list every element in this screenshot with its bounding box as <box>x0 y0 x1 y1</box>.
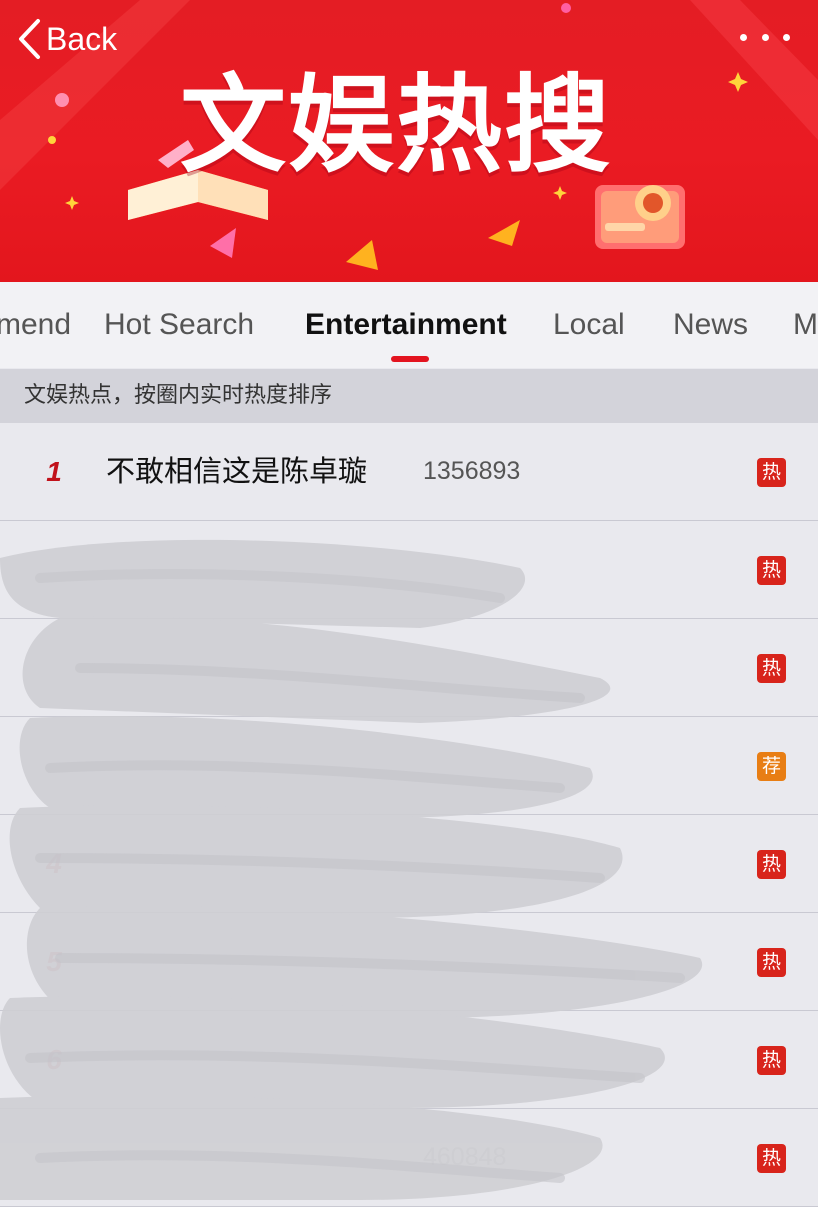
banner-title: 文娱热搜 <box>180 64 612 187</box>
hot-search-list: 1 不敢相信这是陈卓璇 1356893 热 热 热 荐 4 热 5 热 6 热 <box>0 423 818 1207</box>
rank-number: 4 <box>46 848 62 879</box>
back-button[interactable]: Back <box>16 14 117 64</box>
back-label: Back <box>46 20 118 57</box>
list-item[interactable]: 460848 热 <box>0 1109 818 1207</box>
chevron-left-icon <box>19 19 40 59</box>
recommend-badge: 荐 <box>757 752 786 781</box>
rank-number: 1 <box>46 456 62 487</box>
list-item[interactable]: 6 热 <box>0 1011 818 1109</box>
rank-number: 5 <box>46 946 62 977</box>
rank-number <box>32 717 76 814</box>
hot-badge: 热 <box>757 556 786 585</box>
tab-news[interactable]: News <box>673 282 748 368</box>
hot-badge: 热 <box>757 850 786 879</box>
rank-number: 6 <box>46 1044 62 1075</box>
list-item[interactable]: 热 <box>0 521 818 619</box>
heat-count: 1356893 <box>423 457 521 485</box>
list-item[interactable]: 热 <box>0 619 818 717</box>
hot-badge: 热 <box>757 458 786 487</box>
list-item[interactable]: 5 热 <box>0 913 818 1011</box>
list-item[interactable]: 1 不敢相信这是陈卓璇 1356893 热 <box>0 423 818 521</box>
heat-count: 460848 <box>423 1143 507 1171</box>
tab-hot-search[interactable]: Hot Search <box>104 282 254 368</box>
more-dot <box>761 33 769 41</box>
tab-local[interactable]: Local <box>553 282 625 368</box>
more-dot <box>740 33 747 41</box>
rank-number <box>32 521 76 618</box>
more-dot <box>783 33 790 41</box>
hot-badge: 热 <box>757 1046 786 1075</box>
header-banner: Back 文娱热搜 <box>0 0 818 282</box>
tab-recommend[interactable]: mend <box>0 282 71 368</box>
active-tab-indicator <box>391 356 429 362</box>
category-tabs: mend Hot Search Entertainment Local News… <box>0 282 818 368</box>
item-title: 不敢相信这是陈卓璇 <box>106 454 368 488</box>
more-dots-icon[interactable] <box>740 22 790 52</box>
hot-badge: 热 <box>757 654 786 683</box>
rank-number <box>32 619 76 716</box>
tab-more[interactable]: M <box>793 282 818 368</box>
section-subtitle-bar: 文娱热点，按圈内实时热度排序 <box>0 369 818 423</box>
list-item[interactable]: 4 热 <box>0 815 818 913</box>
hot-badge: 热 <box>757 948 786 977</box>
rank-number <box>32 1109 76 1206</box>
section-subtitle: 文娱热点，按圈内实时热度排序 <box>24 383 333 408</box>
list-item[interactable]: 荐 <box>0 717 818 815</box>
hot-badge: 热 <box>757 1144 786 1173</box>
